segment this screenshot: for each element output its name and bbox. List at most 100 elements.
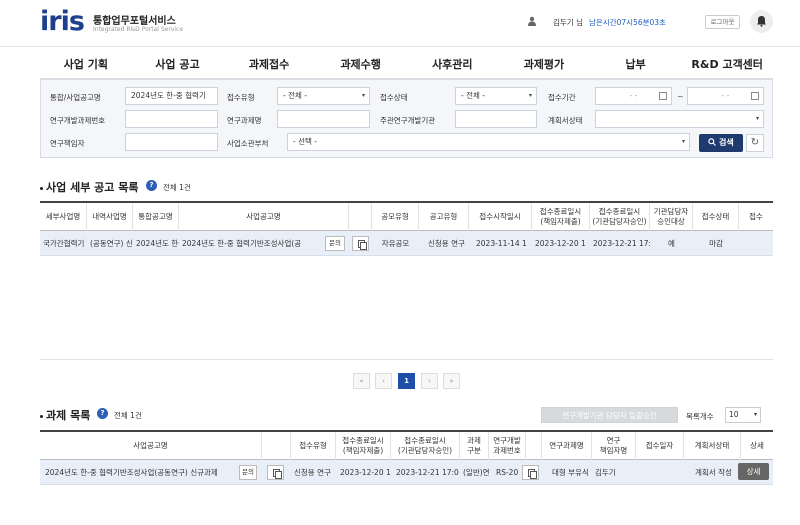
date-from-input[interactable]: - - — [595, 87, 672, 105]
notice-name-input[interactable]: 2024년도 한-중 협력기 — [125, 87, 218, 105]
cell-contest-type: 자유공모 — [381, 239, 410, 248]
task-name-input[interactable] — [277, 110, 370, 128]
col-end-approve: 접수종료일시 (기관담당자승인) — [590, 203, 650, 231]
task-name-label: 연구과제명 — [227, 116, 262, 125]
session-timer: 남은시간07시56분03초 — [589, 18, 666, 27]
help-icon[interactable]: ? — [97, 408, 108, 419]
search-panel: 통합/사업공고명 2024년도 한-중 협력기 접수유형 - 전체 - ▾ 접수상… — [40, 79, 773, 158]
nav-item-evaluation[interactable]: 과제평가 — [498, 49, 590, 78]
last-page-button[interactable]: » — [443, 373, 460, 389]
notice-table: 세부사업명 내역사업명 통합공고명 사업공고명 공모유형 공고유형 접수시작일시… — [40, 201, 773, 256]
cell-task-kind: (일반)연 — [463, 468, 489, 477]
col-task-no: 연구개발 과제번호 — [489, 432, 526, 460]
notification-button[interactable] — [750, 10, 773, 33]
page-1-button[interactable]: 1 — [398, 373, 415, 389]
prev-page-button[interactable]: ‹ — [375, 373, 392, 389]
brand-subtitle: Integrated R&D Portal Service — [93, 26, 184, 33]
rows-per-page-select[interactable]: 10 ▾ — [725, 407, 761, 423]
first-page-button[interactable]: « — [353, 373, 370, 389]
cell-receipt — [739, 231, 773, 256]
notice-count: 전체 1건 — [163, 183, 191, 192]
rows-per-page-label: 목록개수 — [686, 412, 714, 421]
nav-item-payment[interactable]: 납부 — [590, 49, 682, 78]
task-list-title: 과제 목록 — [40, 407, 90, 423]
col-sub-program: 내역사업명 — [87, 203, 133, 231]
cell-receipt-type: 신청용 연구 — [294, 468, 331, 477]
cell-receipt-date — [636, 460, 684, 485]
table-row[interactable]: 국가간협력기 (공동연구) 신 2024년도 한-중 2024년도 한-중 협력… — [40, 231, 773, 256]
inquiry-button[interactable]: 문의 — [325, 236, 345, 251]
col-start: 접수시작일시 — [469, 203, 532, 231]
col-notice-name: 사업공고명 — [40, 432, 262, 460]
calendar-icon — [751, 92, 759, 100]
table-row[interactable]: 2024년도 한-중 협력기반조성사업(공동연구) 신규과제 문의 신청용 연구… — [40, 460, 773, 485]
next-page-button[interactable]: › — [421, 373, 438, 389]
cell-researcher: 김두기 — [595, 468, 616, 477]
search-button[interactable]: 검색 — [699, 134, 743, 152]
nav-item-post-management[interactable]: 사후관리 — [407, 49, 499, 78]
col-end-approve: 접수종료일시 (기관담당자승인) — [391, 432, 460, 460]
task-table: 사업공고명 접수유형 접수종료일시 (책임자제출) 접수종료일시 (기관담당자승… — [40, 430, 773, 485]
cell-task-name[interactable]: 대형 부유식 — [549, 460, 592, 485]
receipt-type-label: 접수유형 — [227, 93, 255, 102]
main-nav: 사업 기획 사업 공고 과제접수 과제수행 사후관리 과제평가 납부 R&D 고… — [40, 49, 773, 79]
help-icon[interactable]: ? — [146, 180, 157, 191]
cell-integrated-notice: 2024년도 한-중 — [136, 239, 179, 248]
researcher-input[interactable] — [125, 133, 218, 151]
col-receipt-type: 접수유형 — [291, 432, 336, 460]
ministry-label: 사업소관부처 — [227, 139, 269, 148]
notice-name-label: 통합/사업공고명 — [50, 93, 101, 102]
col-contest-type: 공모유형 — [372, 203, 419, 231]
cell-notice-name[interactable]: 2024년도 한-중 협력기반조성사업(공동연구) 신규과제 — [42, 460, 238, 485]
col-task-kind: 과제 구분 — [460, 432, 489, 460]
cell-end-approve: 2023-12-21 17: — [593, 239, 650, 248]
receipt-status-label: 접수상태 — [380, 93, 408, 102]
bulk-approve-button[interactable]: 연구개발기관 담당자 일괄승인 — [541, 407, 678, 423]
col-status: 접수상태 — [693, 203, 739, 231]
detail-button[interactable]: 상세 — [738, 463, 769, 480]
refresh-button[interactable]: ↻ — [746, 134, 764, 152]
notice-table-header: 세부사업명 내역사업명 통합공고명 사업공고명 공모유형 공고유형 접수시작일시… — [40, 203, 773, 231]
copy-icon[interactable] — [352, 236, 369, 251]
rnd-task-no-label: 연구개발과제번호 — [50, 116, 106, 125]
col-end-submit: 접수종료일시 (책임자제출) — [336, 432, 391, 460]
col-detail-program: 세부사업명 — [40, 203, 87, 231]
col-researcher: 연구 책임자명 — [592, 432, 636, 460]
col-receipt: 접수 — [749, 212, 763, 221]
nav-item-planning[interactable]: 사업 기획 — [40, 49, 132, 78]
nav-item-execution[interactable]: 과제수행 — [315, 49, 407, 78]
researcher-label: 연구책임자 — [50, 139, 85, 148]
cell-status: 마감 — [709, 239, 723, 248]
iris-logo[interactable]: iris — [40, 6, 85, 37]
task-count: 전체 1건 — [114, 411, 142, 420]
nav-item-customer-center[interactable]: R&D 고객센터 — [681, 49, 773, 78]
logout-button[interactable]: 로그아웃 — [705, 15, 740, 29]
cell-end-submit: 2023-12-20 1 — [340, 468, 391, 477]
cell-notice-name[interactable]: 2024년도 한-중 협력기반조성사업(공 — [179, 231, 317, 256]
lead-org-input[interactable] — [455, 110, 537, 128]
date-to-input[interactable]: - - — [687, 87, 764, 105]
receipt-type-select[interactable]: - 전체 - ▾ — [277, 87, 370, 105]
nav-item-receipt[interactable]: 과제접수 — [223, 49, 315, 78]
col-notice-name: 사업공고명 — [179, 203, 349, 231]
ministry-select[interactable]: - 선택 - ▾ — [287, 133, 690, 151]
col-task-name: 연구과제명 — [542, 432, 592, 460]
rnd-task-no-input[interactable] — [125, 110, 218, 128]
plan-status-label: 계획서상태 — [548, 116, 583, 125]
date-range-separator: ~ — [677, 92, 684, 101]
receipt-period-label: 접수기간 — [548, 93, 576, 102]
inquiry-button[interactable]: 문의 — [239, 465, 257, 480]
divider — [40, 359, 773, 360]
user-icon — [528, 16, 536, 26]
nav-item-notice[interactable]: 사업 공고 — [132, 49, 224, 78]
brand-title: 통합업무포털서비스 — [93, 16, 176, 27]
cell-end-submit: 2023-12-20 1 — [535, 239, 586, 248]
plan-status-select[interactable]: ▾ — [595, 110, 764, 128]
col-copy — [349, 203, 372, 231]
cell-detail-program: 국가간협력기 — [43, 239, 85, 248]
copy-icon[interactable] — [522, 465, 539, 480]
bell-icon — [757, 16, 766, 27]
receipt-status-select[interactable]: - 전체 - ▾ — [455, 87, 537, 105]
copy-icon[interactable] — [267, 465, 284, 480]
refresh-icon: ↻ — [750, 137, 760, 148]
